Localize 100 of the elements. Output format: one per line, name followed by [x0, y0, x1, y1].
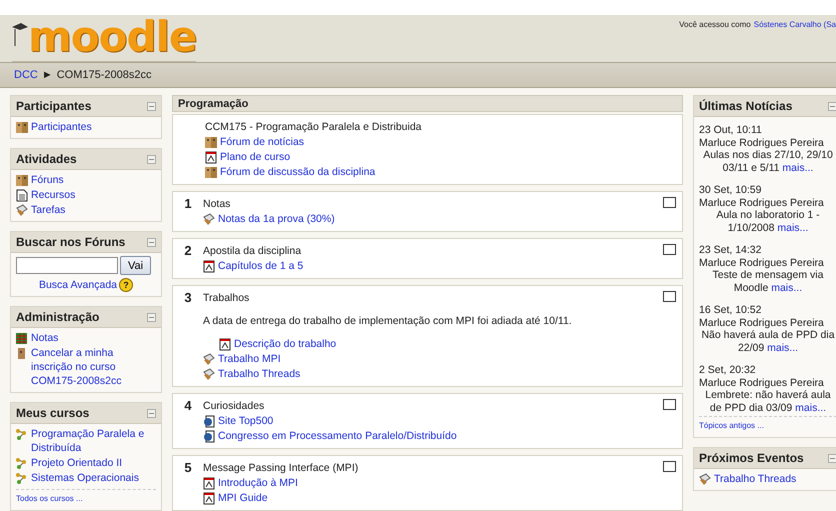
activity-link[interactable]: Trabalho Threads: [218, 367, 300, 381]
older-topics-link[interactable]: Tópicos antigos ...: [699, 421, 764, 430]
breadcrumb-link[interactable]: DCC: [14, 68, 38, 82]
section-summary: Apostila da disciplina: [203, 244, 302, 258]
sidebar-link[interactable]: Cancelar a minha inscrição no curso COM175-2008s2cc: [31, 346, 156, 388]
more-link[interactable]: mais...: [795, 402, 826, 414]
sidebar-link[interactable]: Sistemas Operacionais: [31, 471, 139, 485]
highlight-toggle[interactable]: [663, 291, 676, 302]
section-summary: CCM175 - Programação Paralela e Distribuida: [205, 120, 423, 134]
all-courses-link[interactable]: Todos os cursos ...: [16, 494, 83, 503]
collapse-button[interactable]: [828, 102, 836, 110]
section-number: 1: [183, 197, 193, 213]
activity-link[interactable]: Capítulos de 1 a 5: [218, 259, 304, 273]
globe-icon: [203, 430, 215, 443]
document-icon: [203, 260, 215, 273]
hand-icon: [203, 213, 215, 226]
news-text: Lembrete: não haverá aula de PPD dia 03/09 mais...: [704, 389, 832, 414]
more-link[interactable]: mais...: [771, 282, 802, 294]
people-icon: [16, 174, 28, 187]
collapse-button[interactable]: [147, 102, 156, 110]
search-button[interactable]: Vai: [120, 256, 152, 275]
news-text: Aula no laboratorio 1 - 1/10/2008 mais...: [715, 209, 821, 234]
collapse-button[interactable]: [147, 408, 156, 418]
activity-link[interactable]: Fórum de notícias: [220, 135, 304, 149]
breadcrumb-current: COM175-2008s2cc: [56, 68, 152, 82]
section-heading: Programação: [172, 95, 683, 112]
logo: moodle: [28, 15, 196, 59]
sidebar-link[interactable]: Projeto Orientado II: [31, 456, 122, 470]
activity-link[interactable]: Notas da 1a prova (30%): [218, 212, 335, 226]
more-link[interactable]: mais...: [782, 162, 814, 174]
collapse-button[interactable]: [828, 454, 836, 462]
login-text: Você acessou como: [679, 19, 751, 31]
news-text: Não haverá aula de PPD dia 22/09 mais...: [700, 329, 836, 354]
person-icon: [16, 347, 28, 360]
hand-icon: [203, 353, 215, 366]
activity-link[interactable]: Introdução à MPI: [218, 476, 298, 490]
collapse-button[interactable]: [147, 154, 156, 164]
section-number: 2: [183, 244, 193, 260]
user-link[interactable]: Sóstenes Carvalho (Sa: [754, 18, 836, 32]
sidebar-link[interactable]: Tarefas: [31, 203, 66, 217]
document-icon: [219, 338, 231, 351]
news-date: 23 Set, 14:32: [699, 244, 762, 256]
nodes-icon: [16, 428, 28, 441]
news-text: Aulas nos dias 27/10, 29/10 03/11 e 5/11 mais...: [702, 149, 834, 174]
block-title: Próximos Eventos: [699, 451, 804, 465]
collapse-button[interactable]: [147, 238, 156, 246]
breadcrumb-separator: ►: [42, 68, 53, 82]
highlight-toggle[interactable]: [663, 399, 676, 410]
advanced-search-link[interactable]: Busca Avançada: [38, 278, 118, 292]
sidebar-link[interactable]: Programação Paralela e Distribuída: [31, 427, 156, 455]
activity-link[interactable]: MPI Guide: [218, 491, 268, 505]
news-date: 30 Set, 10:59: [699, 184, 762, 196]
document-icon: [16, 189, 28, 202]
news-author: Marluce Rodrigues Pereira: [699, 196, 825, 209]
news-author: Marluce Rodrigues Pereira: [699, 136, 825, 149]
help-icon[interactable]: ?: [119, 278, 134, 292]
block-title: Atividades: [16, 152, 77, 166]
document-icon: [203, 477, 215, 490]
nodes-icon: [16, 457, 28, 470]
grid-icon: [16, 332, 28, 345]
activity-link[interactable]: Congresso em Processamento Paralelo/Distribuído: [218, 429, 457, 443]
news-author: Marluce Rodrigues Pereira: [699, 376, 825, 389]
activity-link[interactable]: Descrição do trabalho: [234, 337, 336, 351]
block-title: Meus cursos: [16, 406, 90, 420]
nodes-icon: [16, 472, 28, 485]
activity-link[interactable]: Fórum de discussão da disciplina: [220, 165, 376, 179]
hand-icon: [203, 368, 215, 381]
news-date: 16 Set, 10:52: [699, 304, 762, 316]
hand-icon: [16, 204, 28, 217]
news-author: Marluce Rodrigues Pereira: [699, 316, 825, 329]
hand-icon: [699, 473, 711, 486]
more-link[interactable]: mais...: [777, 222, 808, 234]
sidebar-link[interactable]: Recursos: [31, 188, 76, 202]
sidebar-link[interactable]: Participantes: [31, 120, 92, 134]
globe-icon: [203, 415, 215, 428]
highlight-toggle[interactable]: [663, 197, 676, 208]
block-title: Últimas Notícias: [699, 99, 792, 113]
block-title: Administração: [16, 310, 100, 324]
section-summary: Curiosidades: [203, 399, 266, 413]
sidebar-link[interactable]: Notas: [31, 331, 58, 345]
news-author: Marluce Rodrigues Pereira: [699, 256, 825, 269]
event-link[interactable]: Trabalho Threads: [714, 472, 796, 486]
section-number: 3: [183, 291, 193, 307]
people-icon: [205, 136, 217, 149]
section-summary: Trabalhos: [203, 291, 250, 305]
sidebar-link[interactable]: Fóruns: [31, 173, 64, 187]
section-note: A data de entrega do trabalho de implementação com MPI foi adiada até 10/11.: [203, 314, 573, 328]
more-link[interactable]: mais...: [767, 342, 798, 354]
highlight-toggle[interactable]: [663, 461, 676, 472]
block-title: Participantes: [16, 99, 92, 113]
document-icon: [203, 492, 215, 505]
activity-link[interactable]: Plano de curso: [220, 150, 290, 164]
collapse-button[interactable]: [147, 312, 156, 322]
activity-link[interactable]: Site Top500: [218, 414, 274, 428]
document-icon: [205, 151, 217, 164]
highlight-toggle[interactable]: [663, 244, 676, 255]
section-summary: Notas: [203, 197, 232, 211]
people-icon: [205, 166, 217, 179]
search-field[interactable]: [16, 257, 118, 274]
activity-link[interactable]: Trabalho MPI: [218, 352, 281, 366]
